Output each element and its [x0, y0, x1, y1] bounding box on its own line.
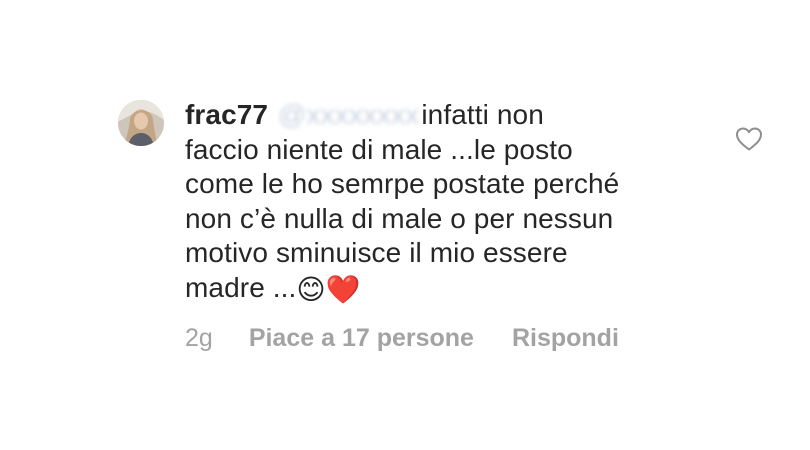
likes-count-link[interactable]: Piace a 17 persone	[249, 324, 474, 353]
comment-text: frac77 @xxxxxxxxinfatti non faccio nient…	[185, 98, 685, 307]
comment-last-line: madre ...😊❤️	[185, 271, 685, 308]
comment-line-3: come le ho semrpe postate perché	[185, 168, 620, 199]
comment-first-line: frac77 @xxxxxxxxinfatti non	[185, 98, 685, 133]
comment-meta: 2g Piace a 17 persone Rispondi	[185, 324, 619, 353]
red-heart-emoji: ❤️	[325, 273, 361, 305]
mention-text: @	[278, 99, 307, 130]
reply-button[interactable]: Rispondi	[512, 324, 619, 353]
mention-blurred[interactable]: @xxxxxxxx	[278, 99, 419, 130]
avatar-image	[118, 100, 164, 146]
comment-line-5: motivo sminuisce il mio essere	[185, 237, 568, 268]
like-heart-icon[interactable]	[735, 126, 763, 152]
smiling-face-emoji: 😊	[296, 273, 326, 305]
comment-line-4: non c’è nulla di male o per nessun	[185, 202, 614, 234]
comment-line-6: madre ...	[185, 271, 297, 303]
comment-line-2: faccio niente di male ...le posto	[185, 133, 573, 165]
avatar[interactable]	[118, 100, 164, 146]
username[interactable]: frac77	[185, 99, 268, 130]
comment-line-1: infatti non	[421, 99, 544, 130]
comment: frac77 @xxxxxxxxinfatti non faccio nient…	[0, 0, 810, 450]
comment-time[interactable]: 2g	[185, 324, 213, 353]
